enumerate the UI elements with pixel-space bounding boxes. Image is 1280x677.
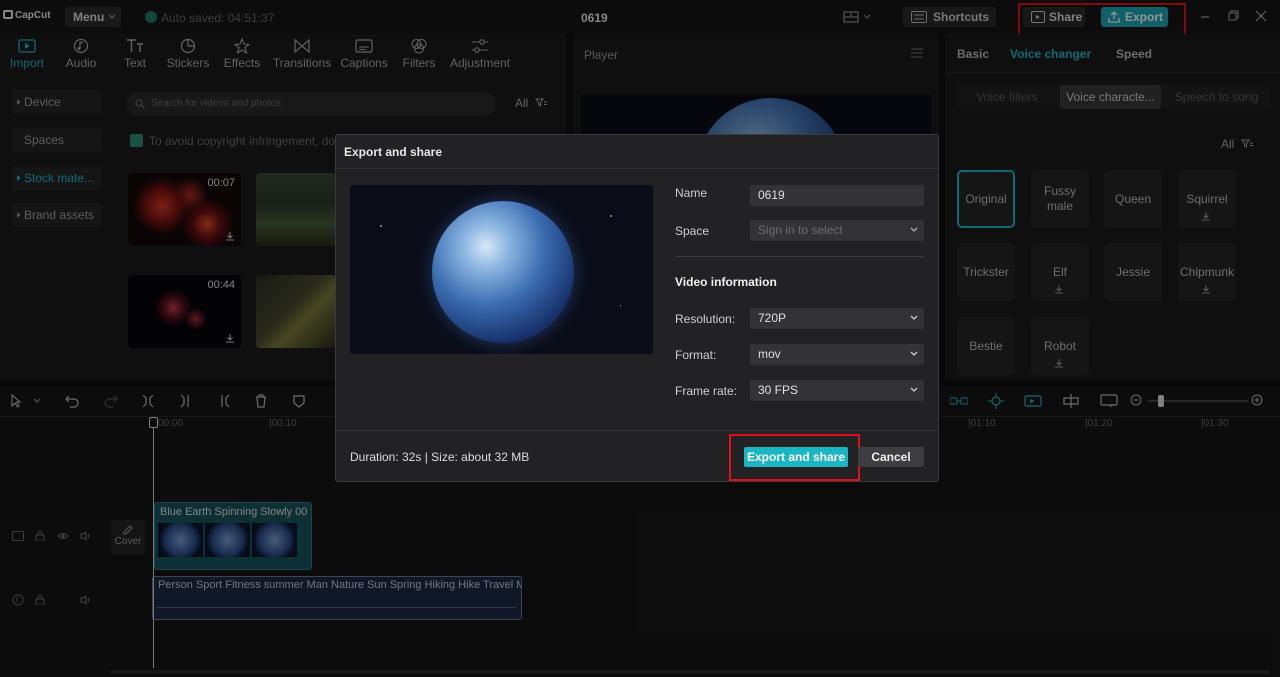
format-label: Format: [675, 348, 717, 362]
name-input[interactable]: 0619 [750, 185, 924, 206]
star [610, 215, 612, 217]
dialog-title: Export and share [344, 145, 443, 159]
dialog-header-divider [336, 168, 938, 169]
name-label: Name [675, 186, 708, 200]
resolution-select[interactable]: 720P [750, 308, 924, 329]
resolution-label: Resolution: [675, 312, 736, 326]
space-select[interactable]: Sign in to select [750, 220, 924, 241]
frame-rate-select[interactable]: 30 FPS [750, 380, 924, 401]
section-divider [675, 256, 924, 257]
earth-globe [432, 201, 574, 343]
space-label: Space [675, 224, 710, 238]
chevron-down-icon [910, 387, 918, 392]
chevron-down-icon [910, 315, 918, 320]
export-dialog: Export and share Name 0619 Space Sign in… [335, 134, 939, 482]
video-info-heading: Video information [675, 275, 777, 289]
export-preview [350, 185, 653, 354]
export-summary: Duration: 32s | Size: about 32 MB [350, 450, 530, 464]
star [620, 305, 621, 306]
export-and-share-button[interactable]: Export and share [744, 447, 848, 467]
dialog-footer-divider [336, 430, 938, 431]
chevron-down-icon [910, 351, 918, 356]
frame-rate-label: Frame rate: [675, 384, 738, 398]
chevron-down-icon [910, 227, 918, 232]
star [380, 225, 382, 227]
cancel-button[interactable]: Cancel [858, 447, 924, 467]
format-select[interactable]: mov [750, 344, 924, 365]
